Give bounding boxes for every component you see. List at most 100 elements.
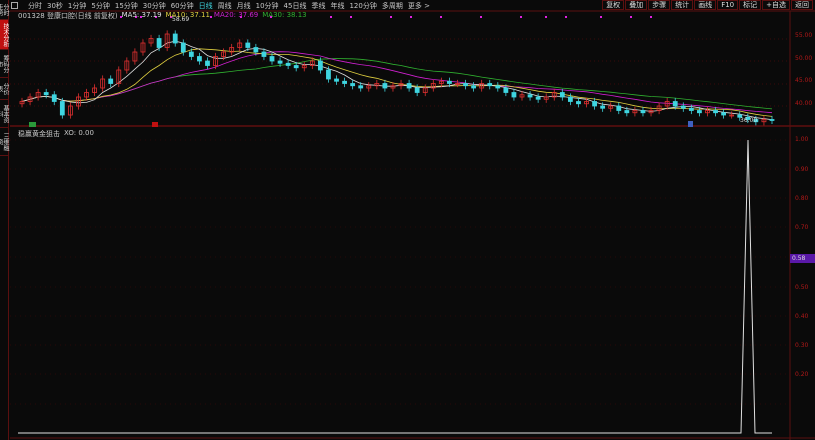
signal-marker — [630, 16, 632, 18]
toolbar-button[interactable]: +自选 — [762, 0, 790, 10]
stock-title: 001328 登康口腔(日线 前复权) — [18, 12, 118, 20]
period-tab[interactable]: 45日线 — [284, 1, 307, 11]
candle-body — [156, 38, 162, 48]
candle-body — [406, 83, 412, 89]
candle-body — [672, 101, 678, 107]
candle-body — [721, 112, 727, 116]
candle-body — [567, 96, 573, 102]
candle-body — [463, 83, 468, 87]
price-tick: 45.00 — [795, 77, 813, 84]
candle-body — [43, 92, 49, 96]
signal-marker — [545, 16, 547, 18]
chart-info: 001328 登康口腔(日线 前复权) MA5: 37.19 MA10: 37.… — [18, 11, 307, 20]
sidebar: 分时走势 技术分析 筹码分布 分价表 基本资料 三维融资 — [0, 0, 9, 440]
period-tab[interactable]: 30分钟 — [143, 1, 166, 11]
toolbar-button[interactable]: 返回 — [791, 0, 813, 10]
candle-body — [503, 87, 509, 93]
period-tab[interactable]: 30秒 — [47, 1, 63, 11]
sell-marker — [29, 122, 36, 127]
candle-body — [59, 101, 65, 116]
ind-tick: 0.70 — [795, 224, 809, 231]
price-tick: 40.00 — [795, 100, 813, 107]
layout-icon[interactable] — [11, 2, 18, 9]
period-tab[interactable]: 更多 > — [408, 1, 430, 11]
sidebar-tab[interactable]: 分价表 — [0, 78, 9, 100]
period-tab[interactable]: 120分钟 — [349, 1, 376, 11]
toolbar-button[interactable]: 步骤 — [648, 0, 671, 10]
candle-body — [245, 42, 251, 48]
candle-body — [471, 85, 477, 89]
sidebar-tab[interactable]: 三维融资 — [0, 128, 9, 156]
toolbar-buttons: 复权 叠加 步骤 统计 画线 F10 标记 +自选 返回 — [602, 0, 813, 10]
toolbar-button[interactable]: 画线 — [694, 0, 717, 10]
period-tab[interactable]: 5分钟 — [91, 1, 109, 11]
candle-body — [576, 101, 581, 105]
signal-marker — [440, 16, 442, 18]
sidebar-tab[interactable]: 分时走势 — [0, 0, 9, 20]
period-tab[interactable]: 15分钟 — [115, 1, 138, 11]
candle-body — [326, 69, 331, 80]
candle-body — [172, 33, 178, 44]
signal-marker — [600, 16, 602, 18]
candle-body — [697, 110, 702, 114]
period-tab[interactable]: 分时 — [28, 1, 42, 11]
period-tab[interactable]: 60分钟 — [171, 1, 194, 11]
signal-marker — [650, 16, 652, 18]
period-tab[interactable]: 年线 — [330, 1, 344, 11]
chart-canvas[interactable] — [0, 0, 815, 440]
candle-body — [447, 80, 452, 84]
buy-marker — [152, 122, 158, 127]
candle-body — [495, 85, 501, 89]
candle-body — [334, 78, 339, 82]
candle-body — [269, 56, 275, 62]
signal-marker — [520, 16, 522, 18]
sidebar-tab[interactable]: 基本资料 — [0, 100, 9, 128]
ma5-line — [21, 40, 773, 121]
sidebar-tab-active[interactable]: 技术分析 — [0, 20, 9, 50]
ma30-value: MA30: 38.13 — [262, 11, 307, 19]
toolbar-button[interactable]: 标记 — [739, 0, 762, 10]
high-label: 58.69 — [172, 16, 190, 23]
ma5-value: MA5: 37.19 — [121, 11, 162, 19]
candle-body — [180, 42, 186, 53]
candle-body — [285, 62, 291, 66]
price-tick: 50.00 — [795, 55, 813, 62]
signal-marker — [390, 16, 392, 18]
period-tab[interactable]: 日线 — [199, 1, 213, 11]
ind-tick: 0.50 — [795, 284, 809, 291]
period-tab[interactable]: 周线 — [218, 1, 232, 11]
candle-body — [350, 83, 356, 87]
info-marker — [688, 121, 693, 127]
sidebar-tab[interactable]: 筹码分布 — [0, 50, 9, 78]
candle-body — [317, 60, 323, 71]
period-tab[interactable]: 季线 — [311, 1, 325, 11]
candle-body — [108, 78, 114, 84]
indicator-title: 稳赢黄金狙击 XO: 0.00 — [18, 129, 94, 139]
candle-body — [414, 87, 420, 93]
period-tab[interactable]: 月线 — [237, 1, 251, 11]
signal-marker — [410, 16, 412, 18]
candle-body — [382, 83, 388, 89]
candle-body — [261, 51, 267, 57]
period-tab[interactable]: 1分钟 — [68, 1, 86, 11]
ind-tick: 0.30 — [795, 342, 809, 349]
candle-body — [688, 107, 694, 111]
indicator-name[interactable]: 稳赢黄金狙击 — [18, 129, 60, 139]
toolbar-button[interactable]: 统计 — [671, 0, 694, 10]
current-value-marker: 0.58 — [790, 254, 815, 263]
ind-tick: 0.80 — [795, 195, 809, 202]
period-tab[interactable]: 10分钟 — [256, 1, 279, 11]
candle-body — [197, 56, 202, 62]
candle-body — [188, 51, 194, 57]
candle-body — [342, 80, 347, 84]
candle-body — [600, 105, 606, 109]
low-label: 36.00 — [740, 117, 758, 124]
toolbar-button[interactable]: 复权 — [602, 0, 625, 10]
period-tab[interactable]: 多周期 — [382, 1, 403, 11]
candle-body — [358, 85, 364, 89]
candle-body — [592, 101, 597, 107]
toolbar-button[interactable]: F10 — [717, 0, 739, 10]
candle-body — [535, 96, 541, 100]
candle-body — [205, 60, 210, 66]
toolbar-button[interactable]: 叠加 — [625, 0, 648, 10]
